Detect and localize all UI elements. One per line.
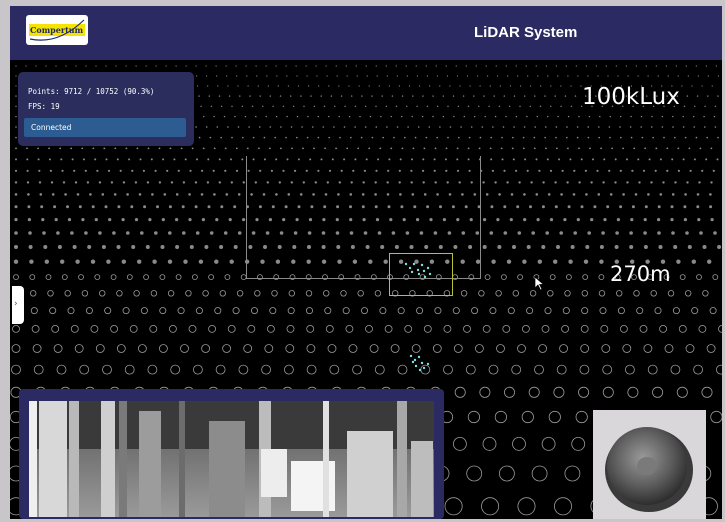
chevron-right-icon: › (14, 299, 18, 309)
lidar-app-window: Compertum LiDAR System Points: 9712 / 10… (10, 6, 722, 519)
camera-feed-image (29, 401, 434, 517)
object-photo (593, 410, 706, 519)
camera-panel (19, 389, 444, 519)
sidebar-toggle-handle[interactable]: › (12, 286, 24, 324)
mouse-pointer-icon (534, 276, 545, 291)
